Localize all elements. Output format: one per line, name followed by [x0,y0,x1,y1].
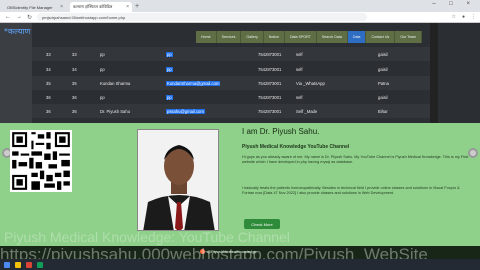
nav-home[interactable]: Home [196,31,217,43]
scrollbar[interactable] [430,23,438,123]
nav-notice[interactable]: Notice [264,31,285,43]
address-bar: ← → ↻ pmjsdrpahsamd.00webhostapp.com/hom… [0,12,480,23]
new-tab-icon[interactable]: + [135,2,139,12]
site-navbar: Home Services Gallery Notice Data SPORT … [196,31,422,43]
browser-tab-2[interactable]: कल्याण हॉस्पिटल कोविडिल × [70,2,132,12]
table-row: 33 33 pp pp 7542873001 self gaisil [32,47,432,61]
taskbar [0,259,480,270]
profile-photo [137,129,219,231]
forward-icon[interactable]: → [16,14,22,20]
table-row: 34 34 pp pp 7542873001 self gaisil [46,66,388,72]
check-more-button[interactable]: Check More [244,219,280,229]
profile-icon[interactable]: ● [462,14,465,20]
nav-contact[interactable]: Contact Us [366,31,396,43]
intro-paragraph: Hi guys as you already aware of me. My n… [242,155,469,164]
nav-our-team[interactable]: Our Team [395,31,422,43]
star-icon[interactable]: ☆ [451,14,455,20]
reload-icon[interactable]: ↻ [27,14,32,21]
nav-gallery[interactable]: Gallery [241,31,264,43]
services-paragraph: I basically treats the patients homoeopa… [242,186,460,195]
nav-search-data[interactable]: Search Data [317,31,348,43]
url-field[interactable]: pmjsdrpahsamd.00webhostapp.com/home.php [37,13,368,21]
url-text: pmjsdrpahsamd.00webhostapp.com/home.php [42,14,126,20]
back-icon[interactable]: ← [5,14,11,20]
tab-strip: OBSidentity File Manager × कल्याण हॉस्पिट… [0,0,480,12]
table-row: 36 36 Dr. Piyush Sahu pssahu@gmail.com 75428… [32,104,432,118]
nav-data[interactable]: Data [347,31,367,43]
table-row: 36 36 pp pp 7542873001 self gaisil [46,94,388,100]
folder-icon[interactable] [15,261,21,268]
menu-icon[interactable]: ⋮ [471,14,476,20]
left-strip [0,23,32,123]
qr-code-icon [10,130,72,192]
tab-label: कल्याण हॉस्पिटल कोविडिल [73,4,113,9]
nav-services[interactable]: Services [217,31,242,43]
site-logo-text: *कल्याण [4,27,31,36]
start-icon[interactable] [4,261,10,268]
table-row: 35 35 Kundan Sharma KundanSharma@gmail.com 7… [32,76,432,90]
channel-subtitle: Piyush Medical Knowledge YouTube Channel [242,144,350,150]
window-controls[interactable]: – □ × [432,1,476,7]
browser-tab-1[interactable]: OBSidentity File Manager × [4,2,66,12]
browser-icon[interactable] [26,261,32,268]
overlay-title: Piyush Medical Knowledge: YouTube Channe… [4,229,290,245]
nav-data-sport[interactable]: Data SPORT [285,31,317,43]
profile-name: I am Dr. Piyush Sahu. [242,127,320,136]
close-icon[interactable]: × [126,4,129,10]
tab-label: OBSidentity File Manager [7,4,53,10]
app-icon[interactable] [37,261,43,268]
close-icon[interactable]: × [60,4,63,10]
page-content: *कल्याण Home Services Gallery Notice Dat… [0,23,480,123]
